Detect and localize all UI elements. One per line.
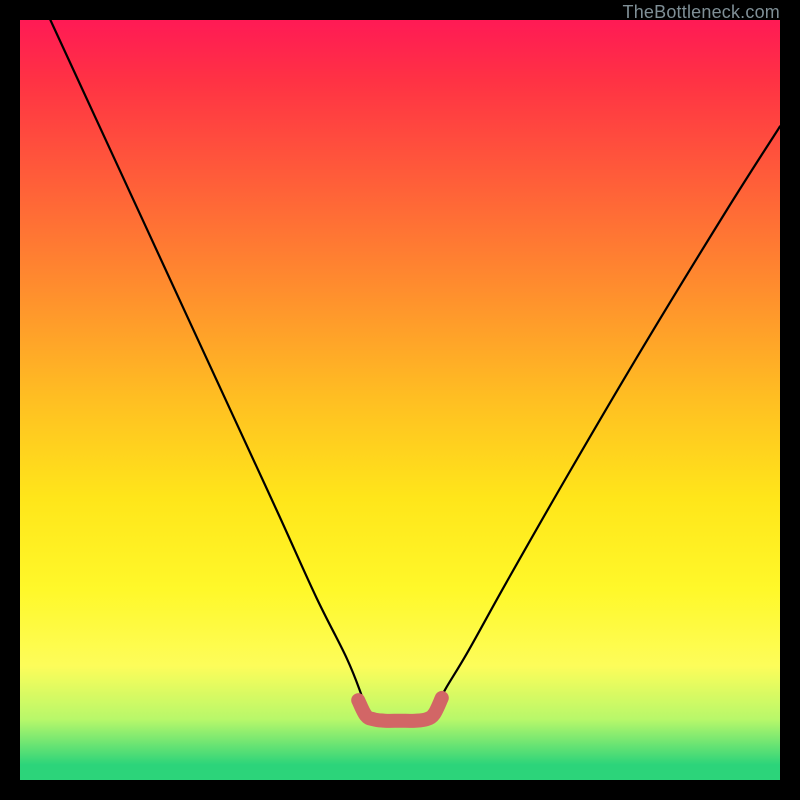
watermark-text: TheBottleneck.com: [623, 2, 780, 23]
bottleneck-curve: [50, 20, 780, 721]
highlight-segment: [358, 698, 442, 721]
chart-frame: TheBottleneck.com: [0, 0, 800, 800]
curve-svg: [20, 20, 780, 780]
